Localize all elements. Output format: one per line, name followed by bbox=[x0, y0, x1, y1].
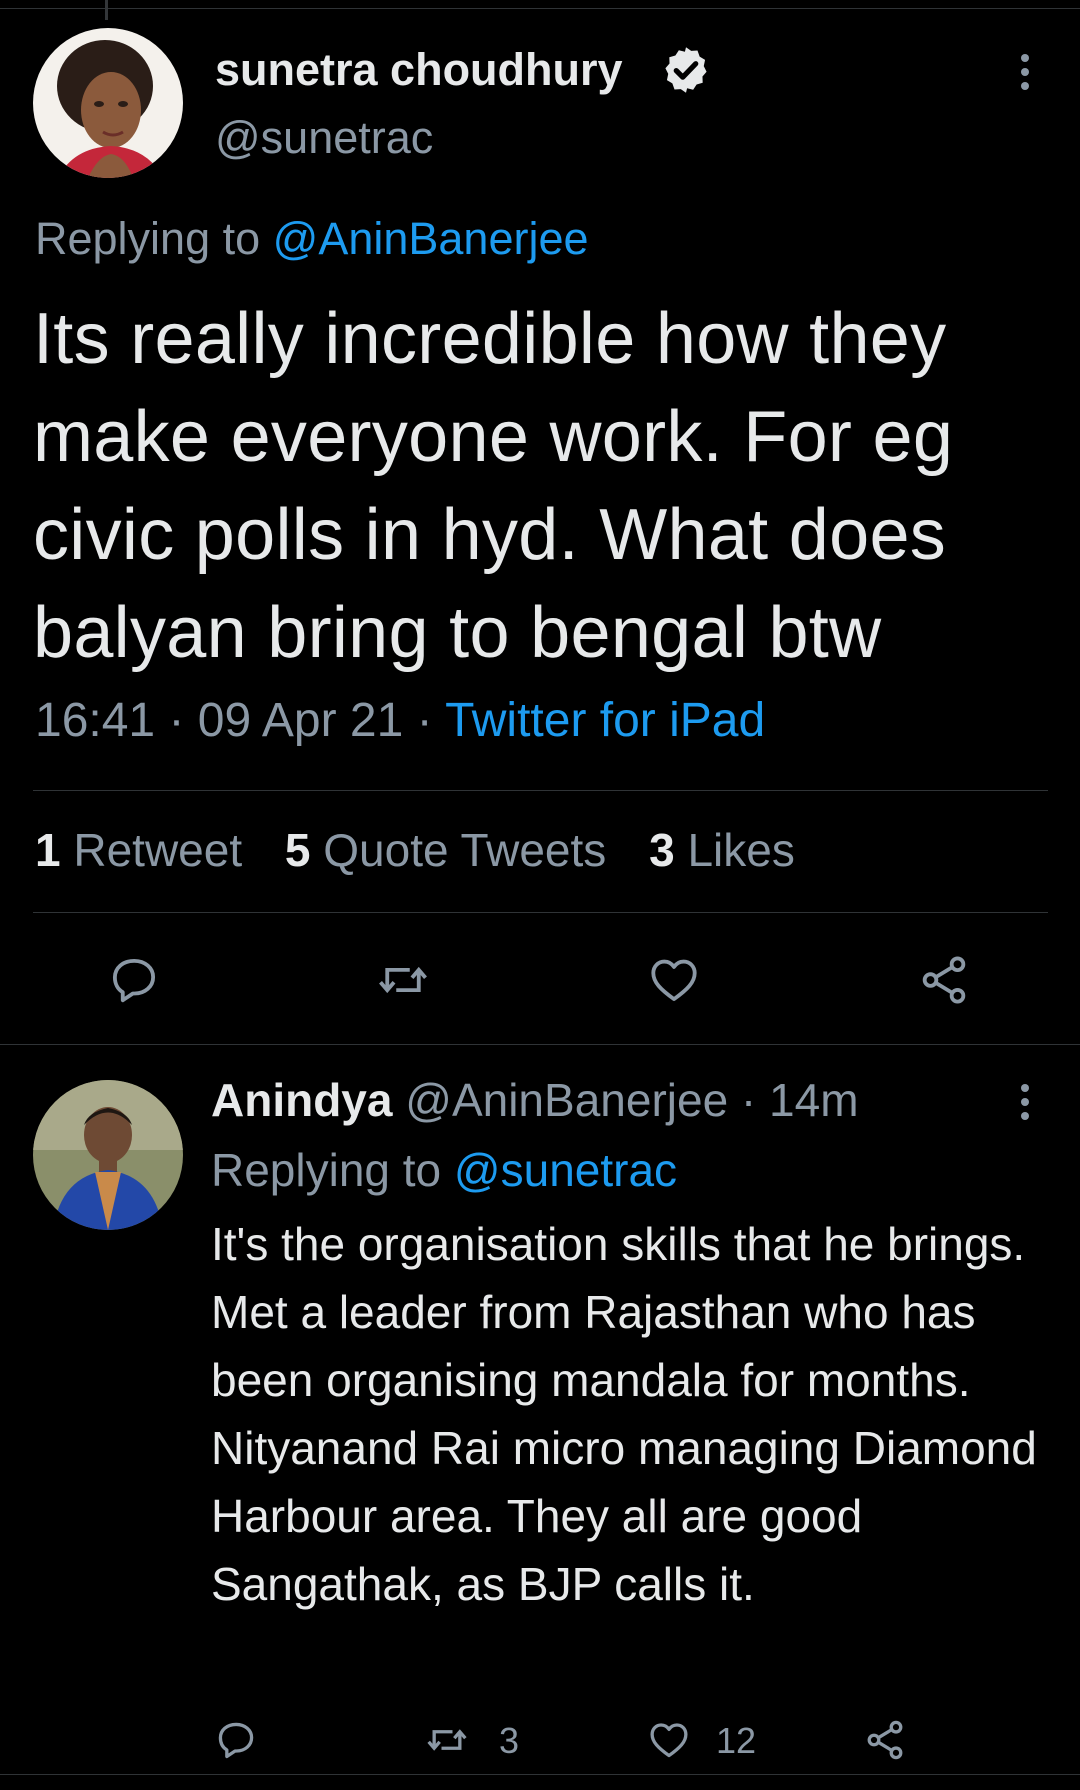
tweet-date[interactable]: 09 Apr 21 bbox=[198, 694, 404, 747]
like-count: 12 bbox=[716, 1720, 757, 1761]
quotes-label: Quote Tweets bbox=[323, 824, 607, 876]
author-handle[interactable]: @AninBanerjee bbox=[405, 1074, 728, 1126]
verified-badge-icon bbox=[665, 47, 707, 93]
replying-to: Replying to @AninBanerjee bbox=[35, 213, 589, 265]
more-vertical-icon[interactable] bbox=[1013, 1080, 1037, 1124]
likes-label: Likes bbox=[687, 824, 795, 876]
header-separator: · bbox=[728, 1074, 770, 1126]
reply-header: Anindya @AninBanerjee · 14m bbox=[211, 1073, 859, 1127]
reply-icon[interactable] bbox=[214, 1718, 258, 1762]
retweet-icon[interactable] bbox=[425, 1718, 469, 1762]
tweet-time[interactable]: 14m bbox=[769, 1074, 858, 1126]
share-icon[interactable] bbox=[917, 953, 971, 1007]
avatar-photo bbox=[33, 1080, 183, 1230]
avatar-photo bbox=[33, 28, 183, 178]
more-vertical-icon[interactable] bbox=[1013, 50, 1037, 94]
mention-link[interactable]: @AninBanerjee bbox=[273, 213, 589, 264]
tweet-text: Its really incredible how they make ever… bbox=[33, 299, 954, 673]
avatar[interactable] bbox=[33, 28, 183, 178]
divider bbox=[33, 790, 1048, 791]
like-icon[interactable] bbox=[647, 953, 701, 1007]
likes-stat[interactable]: 3 Likes bbox=[649, 824, 795, 876]
like-icon[interactable] bbox=[647, 1718, 691, 1762]
share-icon[interactable] bbox=[863, 1718, 907, 1762]
likes-count: 3 bbox=[649, 824, 675, 876]
avatar[interactable] bbox=[33, 1080, 183, 1230]
author-name[interactable]: Anindya bbox=[211, 1074, 392, 1126]
reply-icon[interactable] bbox=[107, 953, 161, 1007]
tweet-time[interactable]: 16:41 bbox=[35, 694, 155, 747]
tweet-stats: 1 Retweet 5 Quote Tweets 3 Likes bbox=[35, 823, 825, 877]
retweets-count: 1 bbox=[35, 824, 61, 876]
quotes-count: 5 bbox=[284, 824, 311, 876]
meta-separator: · bbox=[155, 694, 198, 747]
replying-to: Replying to @sunetrac bbox=[211, 1143, 677, 1197]
tweet-meta: 16:41 · 09 Apr 21 · Twitter for iPad bbox=[35, 693, 765, 748]
divider bbox=[33, 912, 1048, 913]
meta-separator: · bbox=[403, 694, 446, 747]
retweet-count: 3 bbox=[499, 1720, 520, 1761]
main-tweet: sunetra choudhury @sunetrac Replying to … bbox=[0, 0, 1080, 1045]
quote-tweets-stat[interactable]: 5 Quote Tweets bbox=[285, 824, 606, 876]
tweet-source-link[interactable]: Twitter for iPad bbox=[445, 694, 765, 747]
replying-prefix: Replying to bbox=[211, 1144, 454, 1196]
divider bbox=[0, 1044, 1080, 1045]
tweet-text: It's the organisation skills that he bri… bbox=[211, 1218, 1037, 1610]
retweets-label: Retweet bbox=[73, 824, 243, 876]
mention-link[interactable]: @sunetrac bbox=[454, 1144, 677, 1196]
author-name[interactable]: sunetra choudhury bbox=[215, 44, 623, 96]
replying-prefix: Replying to bbox=[35, 213, 273, 264]
divider bbox=[0, 1774, 1080, 1775]
retweet-icon[interactable] bbox=[376, 953, 430, 1007]
retweets-stat[interactable]: 1 Retweet bbox=[35, 824, 242, 876]
author-handle[interactable]: @sunetrac bbox=[215, 112, 433, 164]
